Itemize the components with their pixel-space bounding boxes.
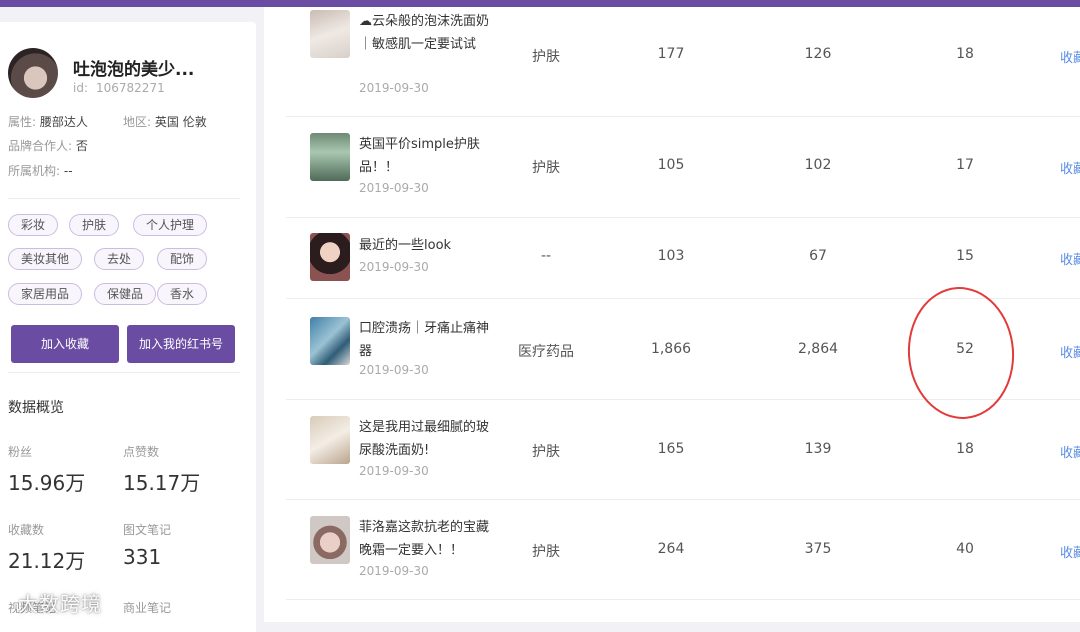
note-metric-c: 17 <box>956 157 974 173</box>
region-value: 英国 伦敦 <box>154 115 207 129</box>
note-metric-b: 102 <box>804 157 832 173</box>
add-favorite-button[interactable]: 加入收藏 <box>11 325 119 363</box>
note-thumbnail[interactable] <box>310 233 350 281</box>
collect-link[interactable]: 收藏 <box>1060 442 1080 461</box>
tag-item[interactable]: 配饰 <box>157 248 208 270</box>
org-label: 所属机构: <box>8 164 61 178</box>
org-info: 所属机构: -- <box>8 162 73 179</box>
note-category: 护肤 <box>532 544 560 560</box>
note-thumbnail[interactable] <box>310 416 350 464</box>
attr-value: 腰部达人 <box>39 115 88 129</box>
note-category: -- <box>540 248 552 264</box>
profile-name: 吐泡泡的美少... <box>73 60 195 80</box>
note-category: 护肤 <box>532 160 560 176</box>
note-category: 护肤 <box>532 49 560 65</box>
brand-label: 品牌合作人: <box>8 139 73 153</box>
tag-item[interactable]: 美妆其他 <box>8 248 83 270</box>
likes-label: 点赞数 <box>123 445 160 459</box>
profile-id: id: 106782271 <box>73 81 165 95</box>
note-date: 2019-09-30 <box>359 260 429 274</box>
fans-value: 15.96万 <box>8 471 86 495</box>
divider <box>8 198 240 199</box>
top-accent-bar <box>0 0 1080 7</box>
collect-link[interactable]: 收藏 <box>1060 542 1080 561</box>
tag-item[interactable]: 去处 <box>94 248 145 270</box>
note-title[interactable]: 口腔溃疡｜牙痛止痛神器 <box>359 317 493 363</box>
attr-label: 属性: <box>8 115 37 129</box>
divider <box>8 372 240 373</box>
note-metric-c: 40 <box>956 541 974 557</box>
note-date: 2019-09-30 <box>359 181 429 195</box>
collect-link[interactable]: 收藏 <box>1060 249 1080 268</box>
note-metric-b: 2,864 <box>797 341 839 357</box>
watermark: 大数跨境 <box>18 592 102 616</box>
note-thumbnail[interactable] <box>310 516 350 564</box>
note-metric-a: 165 <box>657 441 685 457</box>
note-metric-c: 18 <box>956 46 974 62</box>
tag-item[interactable]: 个人护理 <box>133 214 208 236</box>
brand-info: 品牌合作人: 否 <box>8 137 88 154</box>
tag-item[interactable]: 保健品 <box>94 283 157 305</box>
note-title[interactable]: 菲洛嘉这款抗老的宝藏晚霜一定要入！！ <box>359 516 493 562</box>
tag-item[interactable]: 香水 <box>157 283 208 305</box>
note-metric-b: 375 <box>804 541 832 557</box>
note-metric-c: 18 <box>956 441 974 457</box>
collect-link[interactable]: 收藏 <box>1060 47 1080 66</box>
profile-id-label: id: <box>73 81 88 95</box>
profile-sidebar: 吐泡泡的美少... id: 106782271 属性: 腰部达人 地区: 英国 伦… <box>0 22 256 632</box>
note-metric-a: 1,866 <box>650 341 692 357</box>
note-title[interactable]: 这是我用过最细腻的玻尿酸洗面奶! <box>359 416 493 462</box>
note-date: 2019-09-30 <box>359 464 429 478</box>
avatar[interactable] <box>8 48 58 98</box>
note-metric-c: 15 <box>956 248 974 264</box>
tag-item[interactable]: 护肤 <box>69 214 120 236</box>
collects-label: 收藏数 <box>8 523 45 537</box>
table-row[interactable]: ☁云朵般的泡沫洗面奶｜敏感肌一定要试试 2019-09-30 护肤 177 12… <box>286 7 1080 117</box>
note-title[interactable]: 最近的一些look <box>359 234 493 257</box>
collect-link[interactable]: 收藏 <box>1060 158 1080 177</box>
tag-item[interactable]: 家居用品 <box>8 283 83 305</box>
business-notes-label: 商业笔记 <box>123 601 172 615</box>
attr-info: 属性: 腰部达人 <box>8 113 88 130</box>
note-category: 医疗药品 <box>518 344 574 360</box>
tag-item[interactable]: 彩妆 <box>8 214 59 236</box>
note-metric-a: 103 <box>657 248 685 264</box>
overview-title: 数据概览 <box>8 400 64 416</box>
note-date: 2019-09-30 <box>359 81 429 95</box>
table-row[interactable]: 英国平价simple护肤品！！ 2019-09-30 护肤 105 102 17… <box>286 117 1080 218</box>
note-metric-a: 177 <box>657 46 685 62</box>
note-category: 护肤 <box>532 444 560 460</box>
note-thumbnail[interactable] <box>310 133 350 181</box>
note-title[interactable]: ☁云朵般的泡沫洗面奶｜敏感肌一定要试试 <box>359 10 493 56</box>
note-thumbnail[interactable] <box>310 10 350 58</box>
note-date: 2019-09-30 <box>359 363 429 377</box>
note-metric-a: 105 <box>657 157 685 173</box>
region-label: 地区: <box>123 115 152 129</box>
likes-value: 15.17万 <box>123 471 201 495</box>
note-title[interactable]: 英国平价simple护肤品！！ <box>359 133 493 179</box>
region-info: 地区: 英国 伦敦 <box>123 113 207 130</box>
notes-count-label: 图文笔记 <box>123 523 172 537</box>
add-redbook-button[interactable]: 加入我的红书号 <box>127 325 235 363</box>
table-row[interactable]: 菲洛嘉这款抗老的宝藏晚霜一定要入！！ 2019-09-30 护肤 264 375… <box>286 500 1080 600</box>
collects-value: 21.12万 <box>8 549 86 573</box>
note-metric-b: 126 <box>804 46 832 62</box>
brand-value: 否 <box>75 139 88 153</box>
profile-id-value: 106782271 <box>96 81 165 95</box>
note-metric-b: 139 <box>804 441 832 457</box>
collect-link[interactable]: 收藏 <box>1060 342 1080 361</box>
notes-count-value: 331 <box>123 545 162 569</box>
fans-label: 粉丝 <box>8 445 33 459</box>
org-value: -- <box>63 164 73 178</box>
note-thumbnail[interactable] <box>310 317 350 365</box>
note-metric-a: 264 <box>657 541 685 557</box>
note-metric-b: 67 <box>809 248 827 264</box>
note-date: 2019-09-30 <box>359 564 429 578</box>
